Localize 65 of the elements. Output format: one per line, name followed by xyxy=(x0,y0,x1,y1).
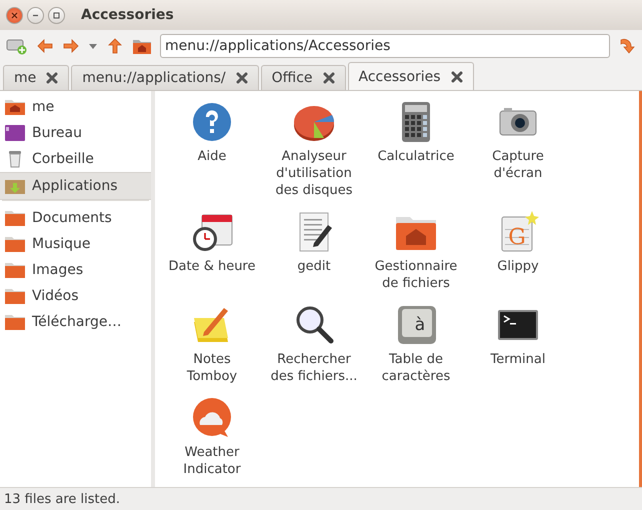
help-icon xyxy=(190,101,234,143)
location-field[interactable]: menu://applications/Accessories xyxy=(160,34,610,58)
sidebar-item[interactable]: Corbeille xyxy=(0,146,151,172)
file-label[interactable]: Notes Tomboy xyxy=(186,351,238,385)
up-arrow-icon[interactable] xyxy=(106,36,124,54)
folder-icon xyxy=(4,261,26,279)
dropdown-caret-icon[interactable] xyxy=(88,42,98,50)
tab-label: menu://applications/ xyxy=(82,70,226,86)
status-text: 13 files are listed. xyxy=(4,492,120,506)
maximize-icon xyxy=(53,12,60,18)
sidebar-label: Applications xyxy=(32,178,118,194)
sidebar-item[interactable]: Télécharge… xyxy=(0,309,151,335)
tab-label: me xyxy=(14,70,36,86)
tab-label: Office xyxy=(272,70,313,86)
sidebar-item[interactable]: me xyxy=(0,94,151,120)
close-icon[interactable] xyxy=(46,72,58,84)
file-label[interactable]: Glippy xyxy=(497,258,539,275)
package-icon xyxy=(4,177,26,195)
file-label[interactable]: Capture d'écran xyxy=(492,148,544,182)
home-folder-icon xyxy=(4,98,26,116)
sidebar-item[interactable]: Bureau xyxy=(0,120,151,146)
folder-icon xyxy=(4,235,26,253)
tab[interactable]: menu://applications/ xyxy=(71,65,259,90)
sidebar-item[interactable]: Images xyxy=(0,257,151,283)
sidebar-item[interactable]: Musique xyxy=(0,231,151,257)
maximize-button[interactable] xyxy=(48,6,65,24)
new-tab-icon[interactable] xyxy=(6,36,28,54)
sidebar-label: Documents xyxy=(32,210,112,226)
file-label[interactable]: Calculatrice xyxy=(378,148,454,165)
close-icon[interactable] xyxy=(450,70,463,82)
close-icon[interactable] xyxy=(236,72,248,84)
sidebar-label: Télécharge… xyxy=(32,314,122,330)
tab[interactable]: me xyxy=(3,65,70,90)
sidebar-label: Bureau xyxy=(32,125,82,141)
folder-icon xyxy=(4,287,26,305)
close-button[interactable] xyxy=(6,6,23,24)
tab[interactable]: Accessories xyxy=(348,62,474,90)
folder-icon xyxy=(4,313,26,331)
close-icon[interactable] xyxy=(322,72,335,84)
sidebar-label: me xyxy=(32,99,54,115)
forward-arrow-icon[interactable] xyxy=(62,36,80,54)
sidebar-label: Images xyxy=(32,262,84,278)
file-label[interactable]: Aide xyxy=(198,148,226,165)
file-label[interactable]: Terminal xyxy=(490,351,546,368)
folder-icon xyxy=(4,209,26,227)
tab-label: Accessories xyxy=(358,68,441,84)
window-title: Accessories xyxy=(81,7,174,23)
tab[interactable]: Office xyxy=(260,65,346,90)
sidebar-item[interactable]: Applications xyxy=(0,172,151,200)
file-label[interactable]: Weather Indicator xyxy=(183,444,241,478)
sidebar-item[interactable]: Documents xyxy=(0,205,151,231)
file-label[interactable]: Table de caractères xyxy=(382,351,450,385)
file-label[interactable]: Gestionnaire de fichiers xyxy=(374,258,458,292)
desktop-icon xyxy=(4,124,26,142)
sidebar-label: Corbeille xyxy=(32,151,94,167)
weather-icon xyxy=(190,397,234,439)
back-arrow-icon[interactable] xyxy=(36,36,54,54)
close-icon xyxy=(11,12,18,18)
file-label[interactable]: gedit xyxy=(297,258,331,275)
file-label[interactable]: Date & heure xyxy=(168,258,256,275)
sidebar-item[interactable]: Vidéos xyxy=(0,283,151,309)
sidebar-label: Vidéos xyxy=(32,288,79,304)
file-label[interactable]: Rechercher des fichiers... xyxy=(270,351,358,385)
file-label[interactable]: Analyseur d'utilisation des disques xyxy=(275,148,353,199)
sidebar-label: Musique xyxy=(32,236,91,252)
